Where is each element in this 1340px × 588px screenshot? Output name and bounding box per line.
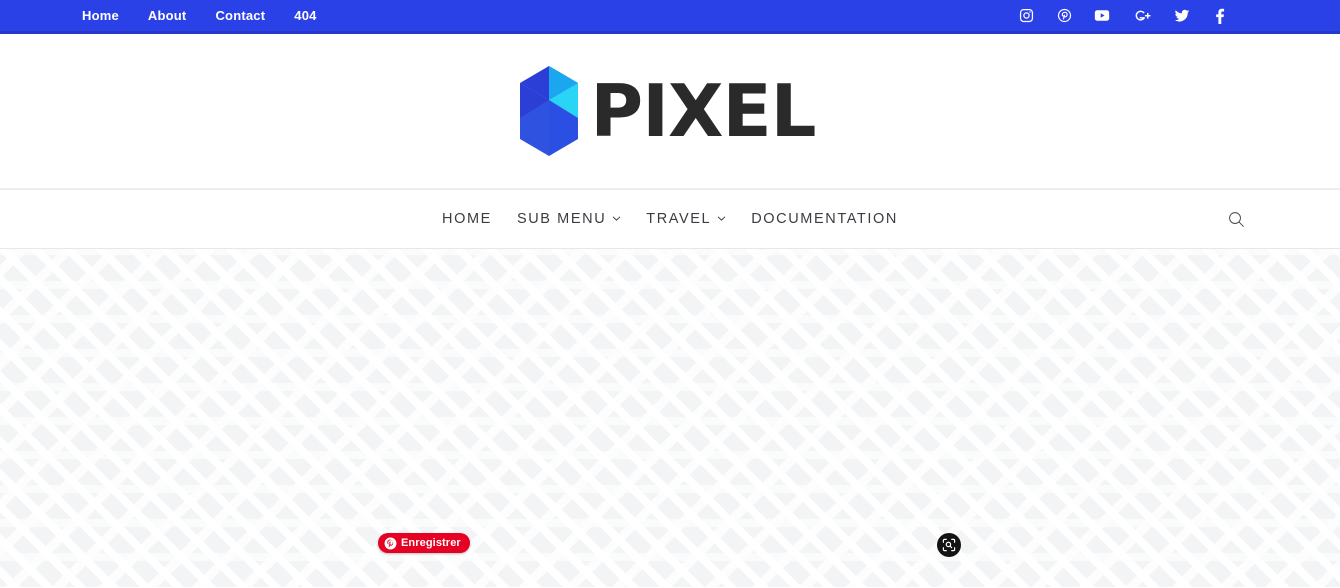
googleplus-icon[interactable] (1132, 8, 1152, 24)
topbar-link-404[interactable]: 404 (294, 9, 316, 22)
twitter-icon[interactable] (1174, 8, 1190, 24)
main-nav-items: HOME SUB MENU TRAVEL DOCUMENTATION (442, 205, 898, 233)
pinterest-save-label: Enregistrer (401, 536, 461, 549)
nav-item-home[interactable]: HOME (442, 205, 492, 233)
site-logo[interactable]: PIXEL (518, 63, 817, 159)
top-utility-nav: Home About Contact 404 (82, 9, 317, 22)
youtube-icon[interactable] (1094, 8, 1110, 24)
pinterest-save-button[interactable]: Enregistrer (378, 533, 470, 553)
site-header: PIXEL (0, 34, 1340, 189)
pinterest-icon[interactable] (1056, 8, 1072, 24)
nav-item-documentation[interactable]: DOCUMENTATION (751, 205, 898, 233)
topbar-link-home[interactable]: Home (82, 9, 119, 22)
topbar-link-contact[interactable]: Contact (215, 9, 265, 22)
social-links (1018, 0, 1228, 31)
pixel-logo-mark (520, 66, 579, 156)
hero-content-area: Enregistrer Vu sur Foforum (0, 249, 1340, 587)
topbar-link-about[interactable]: About (148, 9, 187, 22)
nav-item-home-label: HOME (442, 211, 492, 227)
chevron-down-icon (612, 214, 621, 223)
logo-wordmark: PIXEL (590, 69, 816, 153)
instagram-icon[interactable] (1018, 8, 1034, 24)
pinterest-icon (384, 537, 397, 549)
main-navigation: HOME SUB MENU TRAVEL DOCUMENTATION (0, 189, 1340, 249)
search-icon[interactable] (1225, 208, 1247, 230)
facebook-icon[interactable] (1212, 8, 1228, 24)
nav-item-travel-label: TRAVEL (646, 211, 712, 227)
zoom-scan-icon[interactable] (937, 533, 961, 557)
nav-item-travel[interactable]: TRAVEL (646, 205, 726, 233)
nav-item-sub-menu-label: SUB MENU (516, 211, 607, 227)
chevron-down-icon (717, 214, 726, 223)
top-utility-bar: Home About Contact 404 (0, 0, 1340, 34)
nav-item-sub-menu[interactable]: SUB MENU (517, 205, 621, 233)
nav-item-documentation-label: DOCUMENTATION (751, 211, 898, 227)
